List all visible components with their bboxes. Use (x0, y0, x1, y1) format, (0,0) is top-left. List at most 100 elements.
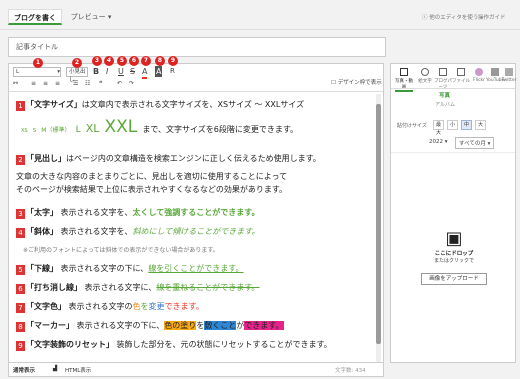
title-placeholder: 記事タイトル (16, 43, 58, 51)
strike-sample: 線を重ねることができます。 (156, 283, 260, 292)
text: はページ内の文章構造を検索エンジンに正しく伝えるため使用します。 (66, 154, 321, 163)
panel-tab-label: Twitter (501, 78, 517, 83)
design-frame-toggle[interactable]: ☐ デザイン枠で表示 (331, 78, 382, 89)
guide-link[interactable]: 操作ガイド (478, 13, 506, 21)
redo-icon[interactable]: ↷ (129, 78, 134, 89)
align-right-icon[interactable]: ≡ (55, 78, 60, 89)
badge-2: 2 (72, 58, 82, 68)
twitter-icon (505, 68, 513, 76)
size-medium-button[interactable]: 中 (461, 120, 472, 130)
mode-normal-tab[interactable]: 通常表示 (13, 366, 35, 374)
article-title-input[interactable]: 記事タイトル (8, 37, 386, 57)
size-large-button[interactable]: 大 (475, 120, 486, 130)
label-italic: 「斜体」 (26, 227, 58, 236)
text: 表示される文字の下に、 (60, 264, 149, 273)
tab-write[interactable]: ブログを書く (8, 9, 62, 25)
sample-s: S (32, 128, 37, 134)
panel-tab-label: Flickr (472, 78, 486, 83)
marker-button[interactable]: A8 (155, 56, 165, 77)
panel-tab-label: 絵文字 (418, 79, 432, 84)
line-strike: 6 「打ち消し線」 表示される文字に、線を重ねることができます。 (16, 282, 260, 294)
resize-icon[interactable]: ▟ (53, 366, 57, 372)
tab-preview-label: プレビュー (70, 13, 106, 21)
scroll-thumb[interactable] (376, 104, 381, 344)
text: 装飾した部分を、元の状態にリセットすることができます。 (116, 340, 332, 349)
size-max-button[interactable]: 最大 (433, 120, 444, 136)
drop-text-2: またはクリックで (433, 258, 474, 264)
bold-button[interactable]: B3 (92, 56, 102, 77)
chevron-down-icon: ▾ (107, 13, 112, 21)
align-center-icon[interactable]: ≡ (43, 78, 48, 89)
editor-content[interactable]: 1 「文字サイズ」は文章内で表示される文字サイズを、XSサイズ ～ XXLサイズ … (9, 93, 377, 363)
panel-tab-emoji[interactable]: 絵文字 (416, 68, 434, 84)
panel-tab-twitter[interactable]: Twitter (501, 68, 517, 83)
link-icon[interactable]: ⚯ (13, 78, 18, 89)
mode-html-tab[interactable]: HTML表示 (65, 366, 91, 374)
text: 表示される文字を、 (60, 208, 133, 217)
quote-icon[interactable]: ❝ (99, 78, 102, 89)
italic-button[interactable]: I4 (104, 56, 114, 77)
underline-label: U (118, 67, 124, 76)
sample-m: M（標準） (41, 127, 71, 134)
line-size-samples: XS S M（標準） L XL XXL まで、文字サイズを6段階に変更できます。 (21, 117, 298, 137)
subtab-album[interactable]: アルバム (435, 101, 455, 108)
emoji-icon (421, 68, 429, 76)
sample-xl: XL (85, 122, 100, 135)
panel-tab-label: ファイル (452, 79, 470, 84)
subtab-photo[interactable]: 写真 (439, 91, 450, 99)
line-heading: 2 「見出し」はページ内の文章構造を検索エンジンに正しく伝えるため使用します。 (16, 153, 321, 165)
year-select[interactable]: 2022 ▾ (429, 139, 448, 145)
info-icon: ⓘ (422, 15, 428, 21)
size-small-button[interactable]: 小 (447, 120, 458, 130)
panel-tab-file[interactable]: ファイル (452, 68, 470, 84)
guide-label: 操作ガイド (478, 15, 506, 21)
num-badge: 9 (16, 341, 25, 351)
label-font-size: 「文字サイズ」 (26, 100, 82, 109)
panel-tab-parts[interactable]: ブログパーツ (434, 68, 452, 90)
line-heading-desc-1: 文章の大きな内容のまとまりごとに、見出しを適切に使用することによって (16, 172, 288, 181)
strike-button[interactable]: S6 (129, 56, 139, 77)
badge-4: 4 (104, 56, 114, 66)
chevron-down-icon: ▾ (487, 141, 491, 147)
text: 表示される文字を、 (60, 227, 133, 236)
label-heading: 「見出し」 (26, 154, 66, 163)
sample-l: L (75, 125, 81, 135)
top-bar: ブログを書く プレビュー ▾ ⓘ 他のエディタを使う 操作ガイド (0, 0, 520, 30)
editor-scrollbar[interactable] (376, 94, 381, 362)
marker-sample-1: 色の塗り (164, 321, 197, 330)
line-marker: 8 「マーカー」 表示される文字の下に、色の塗りを敷くことができます。 (16, 320, 284, 332)
reset-label: R (170, 67, 175, 75)
num-badge: 3 (16, 209, 25, 219)
text: 表示される文字の下に、 (76, 321, 165, 330)
design-frame-label: デザイン枠で表示 (337, 80, 382, 86)
text: まで、文字サイズを6段階に変更できます。 (142, 125, 299, 134)
photo-icon (400, 68, 408, 76)
heading-select[interactable]: 小見出し 2 (66, 58, 88, 83)
text: 表示される文字に、 (84, 283, 157, 292)
month-value: すべての月 (459, 141, 486, 147)
line-italic-note: ※ご利用のフォントによっては斜体での表示ができない場合があります。 (23, 247, 219, 254)
numbered-list-icon[interactable]: ☷ (85, 78, 90, 89)
year-value: 2022 (429, 139, 443, 145)
italic-sample: 斜めにして傾けることができます。 (132, 227, 260, 236)
tab-preview[interactable]: プレビュー ▾ (66, 9, 116, 25)
upload-image-button[interactable]: 画像をアップロード (421, 273, 487, 285)
month-select[interactable]: すべての月 ▾ (455, 137, 495, 149)
badge-6: 6 (129, 56, 139, 66)
badge-7: 7 (141, 56, 151, 66)
font-size-select[interactable]: L ▾ 1 (13, 58, 61, 77)
align-left-icon[interactable]: ≡ (31, 78, 36, 89)
paste-size-label: 貼付けサイズ (397, 123, 427, 129)
media-panel: 写真・動画 絵文字 ブログパーツ ファイル Flickr YouTube Twi… (390, 63, 517, 363)
line-reset: 9 「文字装飾のリセット」 装飾した部分を、元の状態にリセットすることができます。 (16, 339, 332, 351)
other-editor-link[interactable]: ⓘ 他のエディタを使う (422, 13, 478, 21)
underline-button[interactable]: U5 (117, 56, 127, 77)
chevron-down-icon: ▾ (57, 69, 60, 75)
reset-button[interactable]: R9 (168, 56, 178, 77)
other-editor-label: 他のエディタを使う (429, 15, 479, 21)
editor-footer: 通常表示 ▟ HTML表示 文字数: 434 (8, 363, 384, 377)
toolbar-row-2: ⚯ ≡ ≡ ≡ ☰ ☷ ❝ ↶ ↷ ☐ デザイン枠で表示 (9, 78, 383, 92)
undo-icon[interactable]: ↶ (117, 78, 122, 89)
label-strike: 「打ち消し線」 (26, 283, 82, 292)
bullet-list-icon[interactable]: ☰ (73, 78, 78, 89)
